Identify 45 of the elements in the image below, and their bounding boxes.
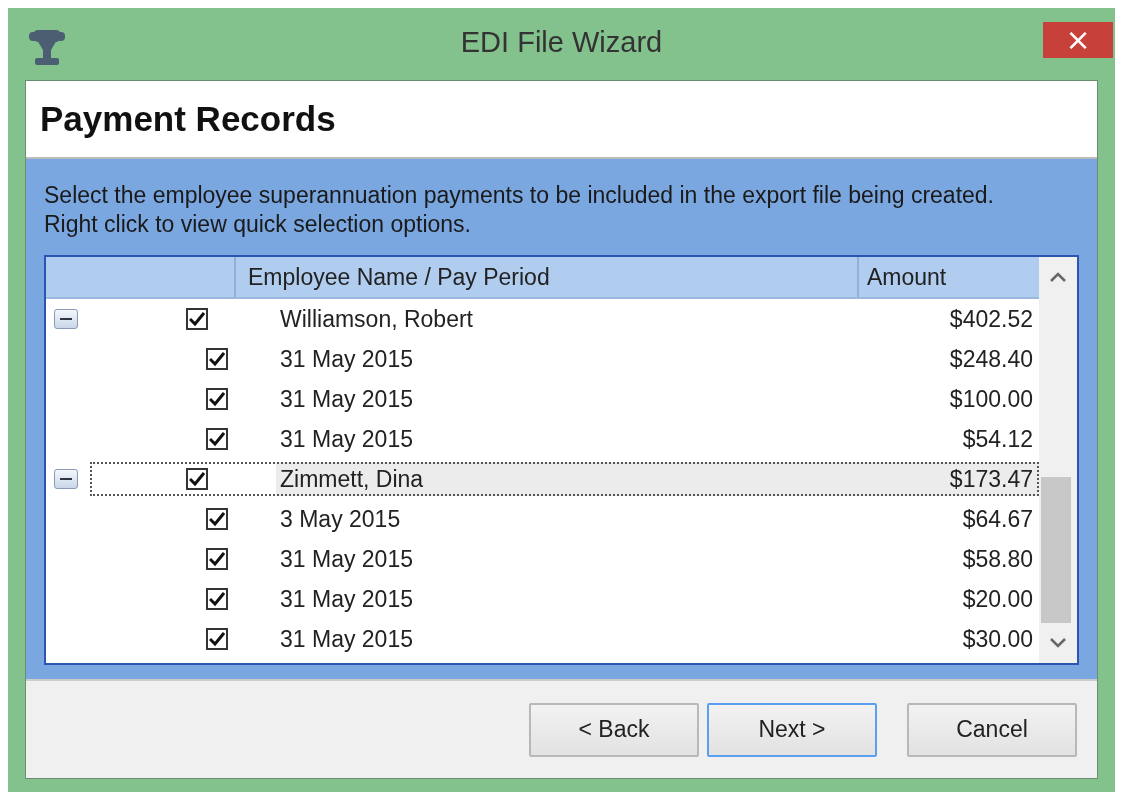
employee-name: Zimmett, Dina: [276, 462, 849, 496]
amount: $20.00: [961, 585, 1034, 613]
column-header[interactable]: Amount: [859, 257, 1039, 297]
checkbox[interactable]: [206, 588, 228, 610]
checkbox[interactable]: [206, 628, 228, 650]
amount: $64.67: [961, 505, 1034, 533]
amount: $30.00: [961, 625, 1034, 653]
pay-period: 31 May 2015: [279, 624, 414, 654]
pay-period: 31 May 2015: [279, 544, 414, 574]
collapse-button[interactable]: [54, 469, 78, 489]
checkbox[interactable]: [206, 508, 228, 530]
instructions: Select the employee superannuation payments to be included in the export file being created. Right click to view quick selection options.: [44, 181, 995, 239]
column-header[interactable]: Employee Name / Pay Period: [236, 257, 859, 297]
trophy-icon: [29, 28, 65, 66]
page-heading: Payment Records: [40, 99, 336, 139]
scroll-thumb[interactable]: [1041, 477, 1071, 623]
pay-period: 31 May 2015: [279, 384, 414, 414]
checkbox[interactable]: [186, 308, 208, 330]
checkbox[interactable]: [206, 348, 228, 370]
checkbox[interactable]: [206, 388, 228, 410]
close-button[interactable]: ×: [1043, 22, 1113, 58]
collapse-button[interactable]: [54, 309, 78, 329]
minus-icon: [60, 317, 72, 321]
pay-period: 31 May 2015: [279, 584, 414, 614]
employee-name: Williamson, Robert: [279, 304, 474, 334]
checkbox[interactable]: [206, 548, 228, 570]
scroll-down-icon[interactable]: [1050, 638, 1066, 648]
cancel-button[interactable]: Cancel: [907, 702, 1077, 757]
checkbox[interactable]: [186, 468, 208, 490]
amount: $100.00: [948, 385, 1034, 413]
window-title: EDI File Wizard: [460, 26, 663, 58]
amount: $402.52: [948, 305, 1034, 333]
amount: $58.80: [961, 545, 1034, 573]
pay-period: 31 May 2015: [279, 344, 414, 374]
scroll-up-icon[interactable]: [1050, 272, 1066, 282]
back-button[interactable]: < Back: [529, 702, 699, 757]
amount: $54.12: [961, 425, 1034, 453]
pay-period: 31 May 2015: [279, 424, 414, 454]
checkbox[interactable]: [206, 428, 228, 450]
amount: $248.40: [948, 345, 1034, 373]
next-button[interactable]: Next >: [707, 702, 877, 757]
pay-period: 3 May 2015: [279, 504, 402, 534]
amount: $173.47: [849, 462, 1039, 496]
scrollbar[interactable]: [1039, 257, 1077, 663]
minus-icon: [60, 477, 72, 481]
